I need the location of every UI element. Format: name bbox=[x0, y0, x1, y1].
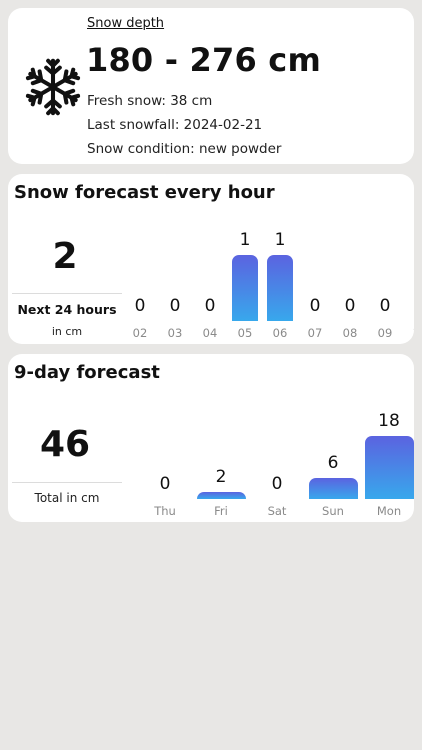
chart-tick-label-03: 03 bbox=[167, 326, 183, 340]
daily-divider bbox=[12, 482, 122, 483]
chart-value-label-Thu: 0 bbox=[159, 474, 171, 494]
daily-total-value: 46 bbox=[39, 424, 91, 465]
chart-tick-label-05: 05 bbox=[237, 326, 253, 340]
snow-depth-link[interactable]: Snow depth bbox=[87, 16, 164, 31]
last-snowfall-text: Last snowfall: 2024-02-21 bbox=[87, 117, 263, 133]
chart-value-label-04: 0 bbox=[204, 296, 216, 316]
chart-tick-label-06: 06 bbox=[272, 326, 288, 340]
chart-value-label-Mon: 18 bbox=[378, 411, 400, 431]
chart-value-label-09: 0 bbox=[379, 296, 391, 316]
hourly-total-label: Next 24 hours bbox=[17, 302, 117, 317]
snow-depth-range: 180 - 276 cm bbox=[86, 41, 322, 79]
chart-tick-label-Fri: Fri bbox=[214, 504, 228, 518]
chart-bar-Fri bbox=[196, 492, 246, 499]
daily-total-label: Total in cm bbox=[34, 491, 100, 505]
chart-bar-Mon bbox=[364, 436, 414, 499]
hourly-unit-label: in cm bbox=[51, 325, 83, 338]
snow-depth-card: Snow depth 180 - 276 cm Fresh snow: 38 c… bbox=[8, 8, 414, 164]
chart-tick-label-Sat: Sat bbox=[267, 504, 287, 518]
daily-bar-chart[interactable]: 0 Thu 2 Fri 0 Sat 6 Sun 18 Mon bbox=[128, 404, 414, 522]
chart-value-label-05: 1 bbox=[239, 230, 251, 250]
chart-value-label-06: 1 bbox=[274, 230, 286, 250]
chart-value-label-07: 0 bbox=[309, 296, 321, 316]
chart-value-label-03: 0 bbox=[169, 296, 181, 316]
hourly-total-value: 2 bbox=[52, 236, 78, 277]
chart-tick-label-Sun: Sun bbox=[322, 504, 344, 518]
fresh-snow-text: Fresh snow: 38 cm bbox=[87, 93, 213, 109]
chart-tick-label-10: 10 bbox=[400, 326, 414, 340]
chart-bar-Sun bbox=[308, 478, 358, 499]
chart-value-label-Fri: 2 bbox=[215, 467, 227, 487]
daily-forecast-card: 9-day forecast 46 Total in cm 0 Thu 2 Fri 0 S… bbox=[8, 354, 414, 522]
daily-forecast-title: 9-day forecast bbox=[14, 362, 160, 383]
chart-value-label-08: 0 bbox=[344, 296, 356, 316]
hourly-bar-chart[interactable]: 002003004105106007008009010 bbox=[128, 222, 414, 344]
chart-tick-label-09: 09 bbox=[377, 326, 393, 340]
chart-bar-06 bbox=[267, 255, 293, 321]
chart-bar-05 bbox=[232, 255, 258, 321]
chart-value-label-Sun: 6 bbox=[327, 453, 339, 473]
chart-tick-label-Thu: Thu bbox=[154, 504, 176, 518]
chart-tick-label-04: 04 bbox=[202, 326, 218, 340]
chart-tick-label-Mon: Mon bbox=[376, 504, 402, 518]
hourly-divider bbox=[12, 293, 122, 294]
chart-tick-label-08: 08 bbox=[342, 326, 358, 340]
chart-tick-label-07: 07 bbox=[307, 326, 323, 340]
chart-value-label-Sat: 0 bbox=[271, 474, 283, 494]
snow-condition-text: Snow condition: new powder bbox=[87, 141, 282, 157]
hourly-forecast-title: Snow forecast every hour bbox=[14, 182, 275, 203]
snowflake-icon bbox=[22, 58, 84, 118]
hourly-forecast-card: Snow forecast every hour 2 Next 24 hours… bbox=[8, 174, 414, 344]
chart-value-label-10: 0 bbox=[400, 296, 414, 316]
